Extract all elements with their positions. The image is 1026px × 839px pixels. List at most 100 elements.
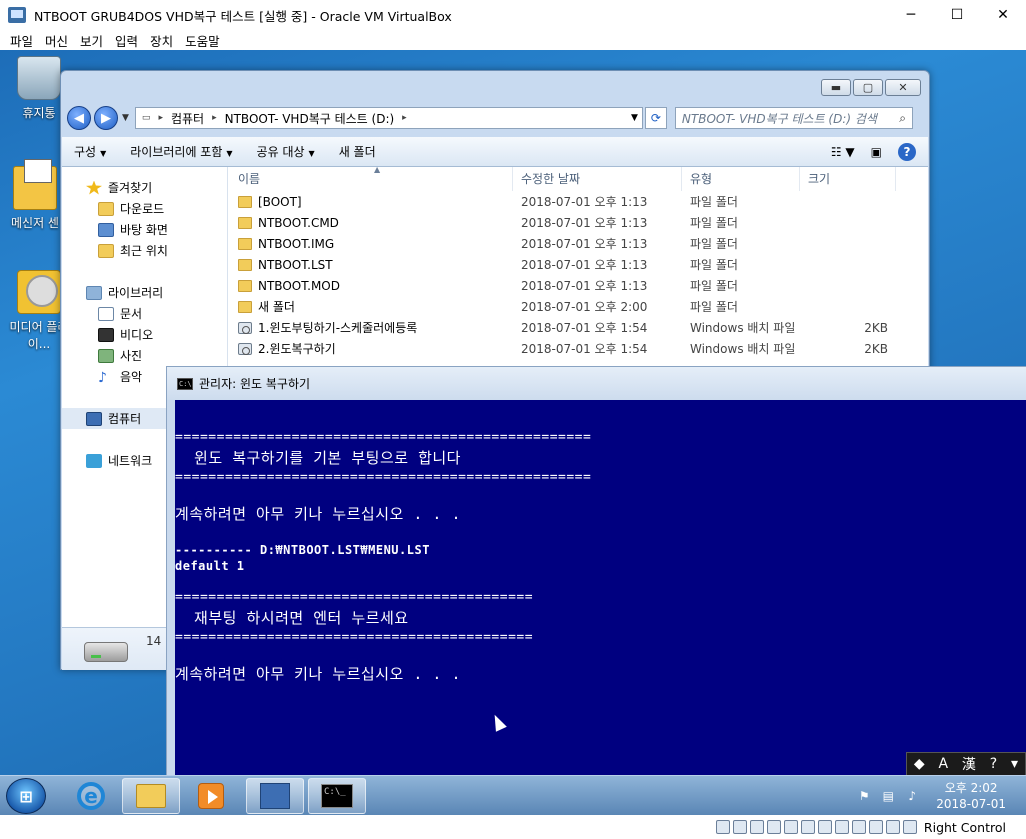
address-bar[interactable]: ▭ ▸ 컴퓨터 ▸ NTBOOT- VHD복구 테스트 (D:) ▸ ▼ [134,107,643,129]
taskbar-media-player[interactable] [182,778,240,814]
clock-date: 2018-07-01 [936,797,1006,811]
breadcrumb-separator[interactable]: ▸ [212,113,217,123]
breadcrumb-separator[interactable]: ▸ [402,113,407,123]
file-row[interactable]: 1.윈도부팅하기-스케줄러에등록 2018-07-01 오후 1:54 Window… [230,317,928,338]
breadcrumb-computer[interactable]: 컴퓨터 [171,110,204,127]
menu-devices[interactable]: 장치 [144,31,179,50]
refresh-button[interactable]: ⟳ [644,107,667,129]
nav-label: 사진 [120,349,143,363]
maximize-button[interactable]: ☐ [934,0,980,30]
pictures-icon [98,348,114,363]
view-options-icon[interactable]: ☷ ▼ [831,145,855,159]
column-name[interactable]: 이름 [230,166,513,191]
network-adapter-icon[interactable] [766,820,781,834]
shared-folders-icon[interactable] [800,820,815,834]
cpu-icon[interactable] [868,820,883,834]
nav-downloads[interactable]: 다운로드 [62,198,227,219]
menu-help[interactable]: 도움말 [179,31,226,50]
column-type[interactable]: 유형 [682,166,800,191]
ime-help-icon[interactable]: ? [990,756,997,772]
console-titlebar[interactable]: C:\ 관리자: 윈도 복구하기 [167,367,1026,400]
column-date[interactable]: 수정한 날짜 [513,166,682,191]
display-icon[interactable] [817,820,832,834]
optical-drive-icon[interactable] [732,820,747,834]
file-row[interactable]: 새 폴더 2018-07-01 오후 2:00 파일 폴더 [230,296,928,317]
folder-icon [238,216,252,229]
nav-desktop[interactable]: 바탕 화면 [62,219,227,240]
menu-view[interactable]: 보기 [74,31,109,50]
file-row[interactable]: [BOOT] 2018-07-01 오후 1:13 파일 폴더 [230,191,928,212]
video-capture-icon[interactable] [834,820,849,834]
keyboard-icon[interactable] [902,820,917,834]
nav-label: 음악 [120,370,143,384]
taskbar-console[interactable]: C:\_ [308,778,366,814]
nav-videos[interactable]: 비디오 [62,324,227,345]
preview-pane-icon[interactable]: ▣ [871,145,882,159]
volume-icon[interactable]: ♪ [904,788,920,804]
ime-icon[interactable]: ◆ [914,756,925,772]
nav-favorites[interactable]: 즐겨찾기 [62,177,227,198]
folder-icon [238,258,252,271]
host-key-label: Right Control [923,819,1006,835]
downloads-icon [98,201,114,216]
menu-input[interactable]: 입력 [109,31,144,50]
explorer-close-button[interactable]: ✕ [885,79,921,96]
taskbar-explorer[interactable] [122,778,180,814]
nav-documents[interactable]: 문서 [62,303,227,324]
search-input[interactable]: NTBOOT- VHD복구 테스트 (D:) 검색 ⌕ [674,107,913,129]
new-folder-button[interactable]: 새 폴더 [327,143,388,160]
langbar-options-icon[interactable]: ▾ [1011,756,1018,772]
help-icon[interactable]: ? [898,142,916,161]
back-button[interactable]: ◀ [67,106,91,130]
hard-disk-icon[interactable] [715,820,730,834]
language-bar[interactable]: ◆ A 漢 ? ▾ [906,752,1026,776]
star-icon [86,180,102,195]
recording-icon[interactable] [851,820,866,834]
explorer-minimize-button[interactable]: ▬ [821,79,851,96]
ime-mode[interactable]: A [939,756,949,772]
menu-machine[interactable]: 머신 [39,31,74,50]
nav-pictures[interactable]: 사진 [62,345,227,366]
column-size[interactable]: 크기 [800,166,896,191]
media-player-icon [17,270,61,314]
breadcrumb-drive[interactable]: NTBOOT- VHD복구 테스트 (D:) [225,110,395,127]
audio-icon[interactable] [749,820,764,834]
action-center-icon[interactable]: ⚑ [856,788,872,804]
file-row[interactable]: 2.윈도복구하기 2018-07-01 오후 1:54 Windows 배치 파일 2… [230,338,928,359]
close-button[interactable]: ✕ [980,0,1026,30]
organize-button[interactable]: 구성 ▼ [62,143,118,160]
desktop-icon [98,222,114,237]
minimize-button[interactable]: ─ [888,0,934,30]
search-icon[interactable]: ⌕ [899,111,906,126]
explorer-maximize-button[interactable]: ▢ [853,79,883,96]
recent-pages-dropdown[interactable]: ▼ [122,113,129,123]
file-row[interactable]: NTBOOT.IMG 2018-07-01 오후 1:13 파일 폴더 [230,233,928,254]
usb-icon[interactable] [783,820,798,834]
mouse-integration-icon[interactable] [885,820,900,834]
file-name-cell: NTBOOT.MOD [230,279,513,293]
guest-screen[interactable]: 휴지통 메신저 센 미디어 플레이... ▬ ▢ ✕ ◀ ▶ ▼ ▭ ▸ 컴퓨터… [0,50,1026,815]
taskbar-internet-explorer[interactable]: e [62,778,120,814]
taskbar-computer[interactable] [246,778,304,814]
file-row[interactable]: NTBOOT.CMD 2018-07-01 오후 1:13 파일 폴더 [230,212,928,233]
hanja-button[interactable]: 漢 [962,754,976,774]
console-output[interactable]: ========================================… [175,400,1026,815]
start-button[interactable]: ⊞ [6,778,46,814]
cmd-icon: C:\_ [321,784,353,808]
drive-icon [84,642,128,662]
address-dropdown-icon[interactable]: ▼ [631,113,638,123]
clock[interactable]: 오후 2:02 2018-07-01 [936,780,1006,812]
file-name: 새 폴더 [258,300,295,314]
file-row[interactable]: NTBOOT.LST 2018-07-01 오후 1:13 파일 폴더 [230,254,928,275]
host-window-title: NTBOOT GRUB4DOS VHD복구 테스트 [실행 중] - Oracl… [34,8,452,24]
forward-button[interactable]: ▶ [94,106,118,130]
breadcrumb-separator[interactable]: ▸ [158,113,163,123]
include-library-button[interactable]: 라이브러리에 포함 ▼ [118,143,244,160]
network-icon[interactable]: ▤ [880,788,896,804]
nav-recent-places[interactable]: 최근 위치 [62,240,227,261]
file-row[interactable]: NTBOOT.MOD 2018-07-01 오후 1:13 파일 폴더 [230,275,928,296]
share-with-button[interactable]: 공유 대상 ▼ [245,143,327,160]
menu-file[interactable]: 파일 [4,31,39,50]
nav-libraries[interactable]: 라이브러리 [62,282,227,303]
